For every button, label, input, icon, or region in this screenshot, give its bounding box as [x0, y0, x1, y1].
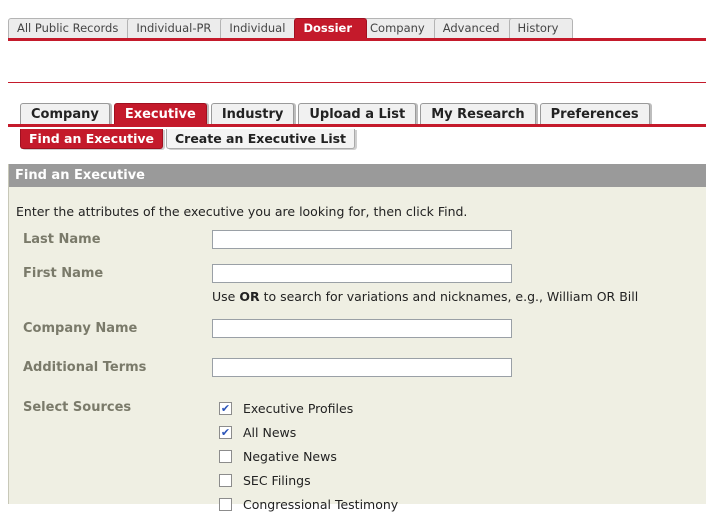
tab-my-research[interactable]: My Research: [420, 103, 536, 125]
source-label: Executive Profiles: [243, 400, 354, 416]
instructions-text: Enter the attributes of the executive yo…: [16, 204, 468, 219]
top-tab-underline: [8, 38, 706, 41]
tab-industry[interactable]: Industry: [210, 103, 295, 125]
dossier-tab-bar: Company Executive Industry Upload a List…: [20, 103, 654, 125]
tab-advanced[interactable]: Advanced: [433, 18, 515, 38]
company-name-label: Company Name: [23, 321, 138, 336]
checkbox[interactable]: [219, 497, 232, 511]
panel-title: Find an Executive: [9, 164, 706, 187]
source-all-news[interactable]: ✔ All News: [219, 420, 398, 444]
sources-list: ✔ Executive Profiles ✔ All News Negative N…: [219, 396, 398, 516]
source-label: Congressional Testimony: [243, 496, 399, 512]
tab-all-public-records[interactable]: All Public Records: [8, 18, 134, 38]
tab-dossier[interactable]: Dossier: [294, 18, 367, 38]
tab-upload-a-list[interactable]: Upload a List: [298, 103, 417, 125]
last-name-label: Last Name: [23, 232, 101, 247]
company-name-input[interactable]: [212, 319, 512, 338]
search-hint: Use OR to search for variations and nick…: [212, 289, 638, 304]
hint-or: OR: [239, 289, 260, 304]
source-congressional-testimony[interactable]: Congressional Testimony: [219, 492, 398, 516]
checkbox[interactable]: [219, 449, 232, 463]
source-sec-filings[interactable]: SEC Filings: [219, 468, 398, 492]
checkbox[interactable]: ✔: [219, 401, 232, 415]
subtab-create-an-executive-list[interactable]: Create an Executive List: [165, 129, 356, 149]
tab-company[interactable]: Company: [361, 18, 440, 38]
source-executive-profiles[interactable]: ✔ Executive Profiles: [219, 396, 398, 420]
hint-suffix: to search for variations and nicknames, …: [259, 289, 639, 304]
first-name-label: First Name: [23, 266, 104, 281]
additional-terms-input[interactable]: [212, 358, 512, 377]
source-label: Negative News: [243, 448, 337, 464]
source-negative-news[interactable]: Negative News: [219, 444, 398, 468]
tab-individual[interactable]: Individual: [220, 18, 301, 38]
find-executive-panel: Find an Executive Enter the attributes o…: [8, 164, 706, 512]
source-label: All News: [243, 424, 297, 440]
tab-history[interactable]: History: [508, 18, 574, 38]
last-name-input[interactable]: [212, 230, 512, 249]
executive-subtab-bar: Find an Executive Create an Executive Li…: [20, 129, 358, 149]
tab-preferences[interactable]: Preferences: [539, 103, 650, 125]
dossier-tab-underline: [8, 124, 706, 127]
top-tab-bar: All Public Records Individual-PR Individ…: [8, 18, 574, 38]
checkbox[interactable]: [219, 473, 232, 487]
source-label: SEC Filings: [243, 472, 311, 488]
select-sources-label: Select Sources: [23, 400, 132, 415]
hint-prefix: Use: [212, 289, 240, 304]
checkbox[interactable]: ✔: [219, 425, 232, 439]
additional-terms-label: Additional Terms: [23, 360, 147, 375]
tab-individual-pr[interactable]: Individual-PR: [127, 18, 227, 38]
first-name-input[interactable]: [212, 264, 512, 283]
divider: [8, 82, 706, 83]
tab-company-dossier[interactable]: Company: [20, 103, 110, 125]
subtab-find-an-executive[interactable]: Find an Executive: [20, 129, 163, 149]
tab-executive[interactable]: Executive: [113, 103, 207, 125]
